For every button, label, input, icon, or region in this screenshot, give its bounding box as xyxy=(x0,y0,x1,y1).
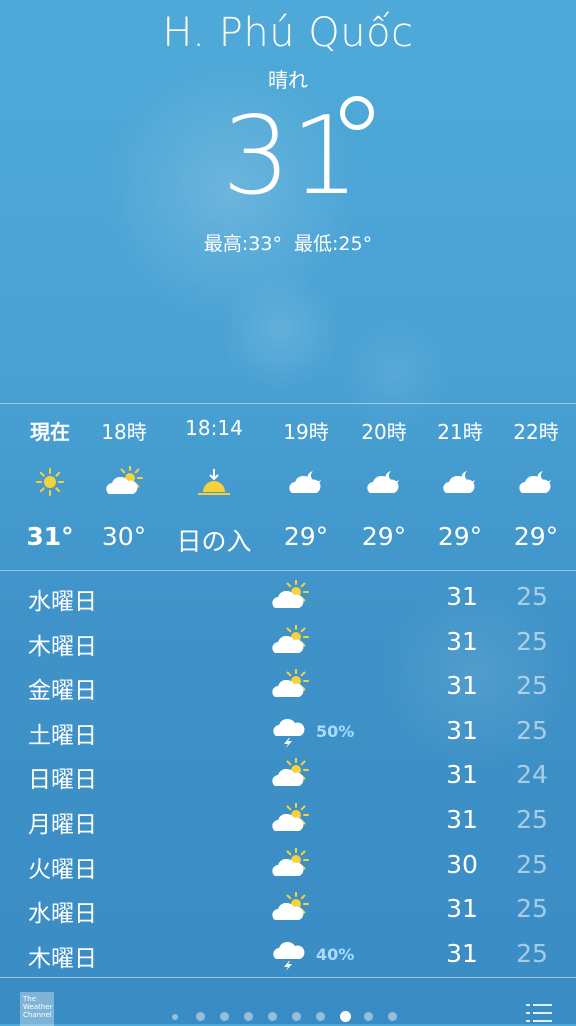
high-temperature: 最高:33° xyxy=(203,233,282,255)
day-name: 月曜日 xyxy=(28,812,97,838)
partly-cloudy-day-icon xyxy=(104,465,144,498)
day-name: 木曜日 xyxy=(28,945,97,972)
daily-forecast-row: 月曜日 31 25 xyxy=(0,799,576,843)
hour-temperature: 29° xyxy=(283,522,329,551)
thunderstorm-icon xyxy=(270,714,310,748)
hourly-forecast[interactable]: 現在 31° 18時 30° 18:14 日の入 19時 29° 20時 29° 21時 29… xyxy=(0,404,576,570)
day-name: 金曜日 xyxy=(28,678,97,705)
partly-cloudy-day-icon xyxy=(270,623,310,659)
day-name: 火曜日 xyxy=(28,856,97,883)
page-dot[interactable] xyxy=(364,1012,373,1021)
day-high-temperature: 31 xyxy=(446,582,478,611)
footer-bar: The Weather Channel xyxy=(0,978,576,1026)
day-high-temperature: 30 xyxy=(446,849,478,879)
page-dot-active[interactable] xyxy=(340,1011,351,1022)
weather-channel-logo[interactable]: The Weather Channel xyxy=(20,992,54,1026)
page-dot[interactable] xyxy=(268,1012,277,1021)
day-low-temperature: 25 xyxy=(516,805,548,834)
daily-forecast-row: 木曜日 31 25 xyxy=(0,621,576,665)
partly-cloudy-day-icon xyxy=(270,757,310,792)
thunderstorm-icon xyxy=(270,937,310,971)
day-high-temperature: 31 xyxy=(446,805,478,834)
day-high-temperature: 31 xyxy=(446,715,478,745)
daily-forecast-row: 土曜日 50% 31 25 xyxy=(0,710,576,754)
divider xyxy=(0,570,576,571)
partly-cloudy-day-icon xyxy=(270,891,310,926)
day-high-temperature: 31 xyxy=(446,626,478,656)
logo-text: The Weather Channel xyxy=(23,995,53,1019)
sun-icon xyxy=(30,466,70,498)
day-high-temperature: 31 xyxy=(446,671,478,701)
day-low-temperature: 25 xyxy=(516,582,548,611)
day-high-temperature: 31 xyxy=(446,760,478,790)
hour-label: 18時 xyxy=(101,420,147,444)
sunset-icon xyxy=(194,466,234,498)
current-condition: 晴れ xyxy=(268,68,308,92)
current-temperature: 31 xyxy=(0,92,576,222)
day-low-temperature: 24 xyxy=(516,760,548,790)
daily-forecast-row: 日曜日 31 24 xyxy=(0,754,576,798)
page-dot[interactable] xyxy=(316,1012,325,1021)
hour-temperature: 日の入 xyxy=(176,527,252,556)
daily-forecast-row: 水曜日 31 25 xyxy=(0,576,576,620)
hour-temperature: 31° xyxy=(26,522,74,551)
partly-cloudy-day-icon xyxy=(270,579,310,614)
degree-symbol-icon xyxy=(340,96,374,130)
partly-cloudy-day-icon xyxy=(270,802,310,837)
hour-temperature: 30° xyxy=(101,522,147,551)
hour-temperature: 29° xyxy=(513,522,559,551)
temperature-value: 31 xyxy=(222,94,360,219)
city-name: H. Phú Quốc xyxy=(162,10,414,56)
low-temperature: 最低:25° xyxy=(294,233,373,255)
hour-label: 22時 xyxy=(513,420,559,444)
cloudy-night-icon xyxy=(286,466,326,498)
day-high-temperature: 31 xyxy=(446,938,478,968)
high-low-temperatures: 最高:33° 最低:25° xyxy=(0,229,576,256)
day-low-temperature: 25 xyxy=(516,715,548,745)
page-dot[interactable] xyxy=(244,1012,253,1021)
daily-forecast-row: 火曜日 30 25 xyxy=(0,844,576,888)
page-dot[interactable] xyxy=(292,1012,301,1021)
cloudy-night-icon xyxy=(516,466,556,498)
precipitation-chance: 40% xyxy=(316,944,355,964)
city-list-button[interactable] xyxy=(526,1002,552,1024)
page-dot[interactable] xyxy=(388,1012,397,1021)
page-indicator[interactable] xyxy=(168,1010,408,1024)
hour-temperature: 29° xyxy=(361,522,407,551)
page-dot[interactable] xyxy=(196,1012,205,1021)
location-page-dot[interactable] xyxy=(172,1014,178,1020)
day-name: 日曜日 xyxy=(28,767,97,794)
day-low-temperature: 25 xyxy=(516,671,548,701)
day-name: 水曜日 xyxy=(28,589,97,615)
day-name: 水曜日 xyxy=(28,901,97,928)
partly-cloudy-day-icon xyxy=(270,846,310,882)
day-name: 木曜日 xyxy=(28,633,97,660)
daily-forecast-row: 木曜日 40% 31 25 xyxy=(0,933,576,977)
hour-label: 20時 xyxy=(361,420,407,444)
hour-temperature: 29° xyxy=(437,522,483,551)
hour-label: 現在 xyxy=(30,420,70,444)
hour-label: 21時 xyxy=(437,420,483,444)
page-dot[interactable] xyxy=(220,1012,229,1021)
daily-forecast-row: 水曜日 31 25 xyxy=(0,888,576,932)
partly-cloudy-day-icon xyxy=(270,668,310,703)
day-low-temperature: 25 xyxy=(516,849,548,879)
light-flare xyxy=(220,270,340,390)
day-low-temperature: 25 xyxy=(516,626,548,656)
day-low-temperature: 25 xyxy=(516,938,548,968)
day-high-temperature: 31 xyxy=(446,894,478,924)
cloudy-night-icon xyxy=(364,466,404,498)
precipitation-chance: 50% xyxy=(316,721,355,741)
day-low-temperature: 25 xyxy=(516,894,548,924)
hour-label: 18:14 xyxy=(185,416,243,440)
day-name: 土曜日 xyxy=(28,722,97,749)
daily-forecast-row: 金曜日 31 25 xyxy=(0,665,576,709)
cloudy-night-icon xyxy=(440,466,480,498)
hour-label: 19時 xyxy=(283,420,329,444)
